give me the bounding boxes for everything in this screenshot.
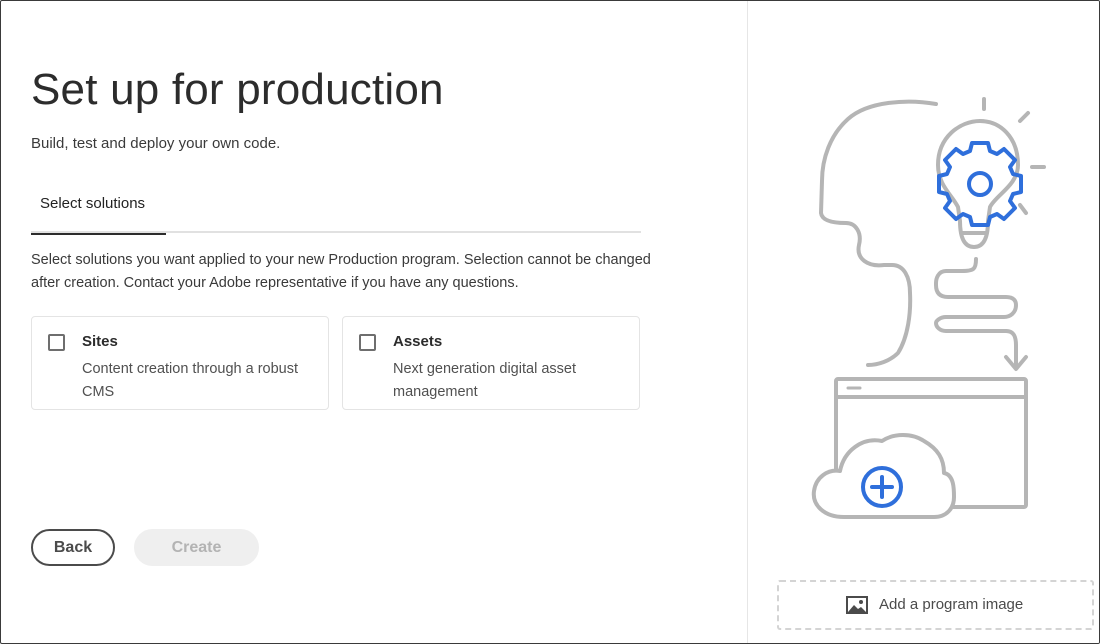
image-icon bbox=[846, 596, 868, 614]
page-title: Set up for production bbox=[31, 65, 444, 114]
sites-checkbox[interactable] bbox=[48, 334, 65, 351]
add-program-image-label: Add a program image bbox=[879, 596, 1024, 613]
head-outline-icon bbox=[819, 99, 938, 367]
lightbulb-icon bbox=[936, 119, 1020, 249]
solution-description: Content creation through a robust CMS bbox=[82, 361, 299, 400]
back-button[interactable]: Back bbox=[31, 529, 115, 566]
solution-card-sites[interactable]: Sites Content creation through a robust … bbox=[31, 316, 329, 410]
add-program-image-button[interactable]: Add a program image bbox=[777, 580, 1094, 630]
illustration-panel: Add a program image bbox=[747, 1, 1099, 643]
page-subtitle: Build, test and deploy your own code. bbox=[31, 135, 281, 152]
solutions-description: Select solutions you want applied to you… bbox=[31, 252, 651, 291]
tab-list: Select solutions bbox=[31, 189, 641, 235]
solution-description: Next generation digital asset management bbox=[393, 361, 576, 400]
setup-form-panel: Set up for production Build, test and de… bbox=[1, 1, 747, 643]
assets-checkbox[interactable] bbox=[359, 334, 376, 351]
solution-card-assets[interactable]: Assets Next generation digital asset man… bbox=[342, 316, 640, 410]
solution-title: Assets bbox=[393, 333, 443, 350]
production-setup-dialog: Set up for production Build, test and de… bbox=[0, 0, 1100, 644]
solution-title: Sites bbox=[82, 333, 118, 350]
create-button[interactable]: Create bbox=[134, 529, 259, 566]
tab-select-solutions[interactable]: Select solutions bbox=[31, 189, 166, 235]
production-illustration bbox=[811, 97, 1046, 519]
